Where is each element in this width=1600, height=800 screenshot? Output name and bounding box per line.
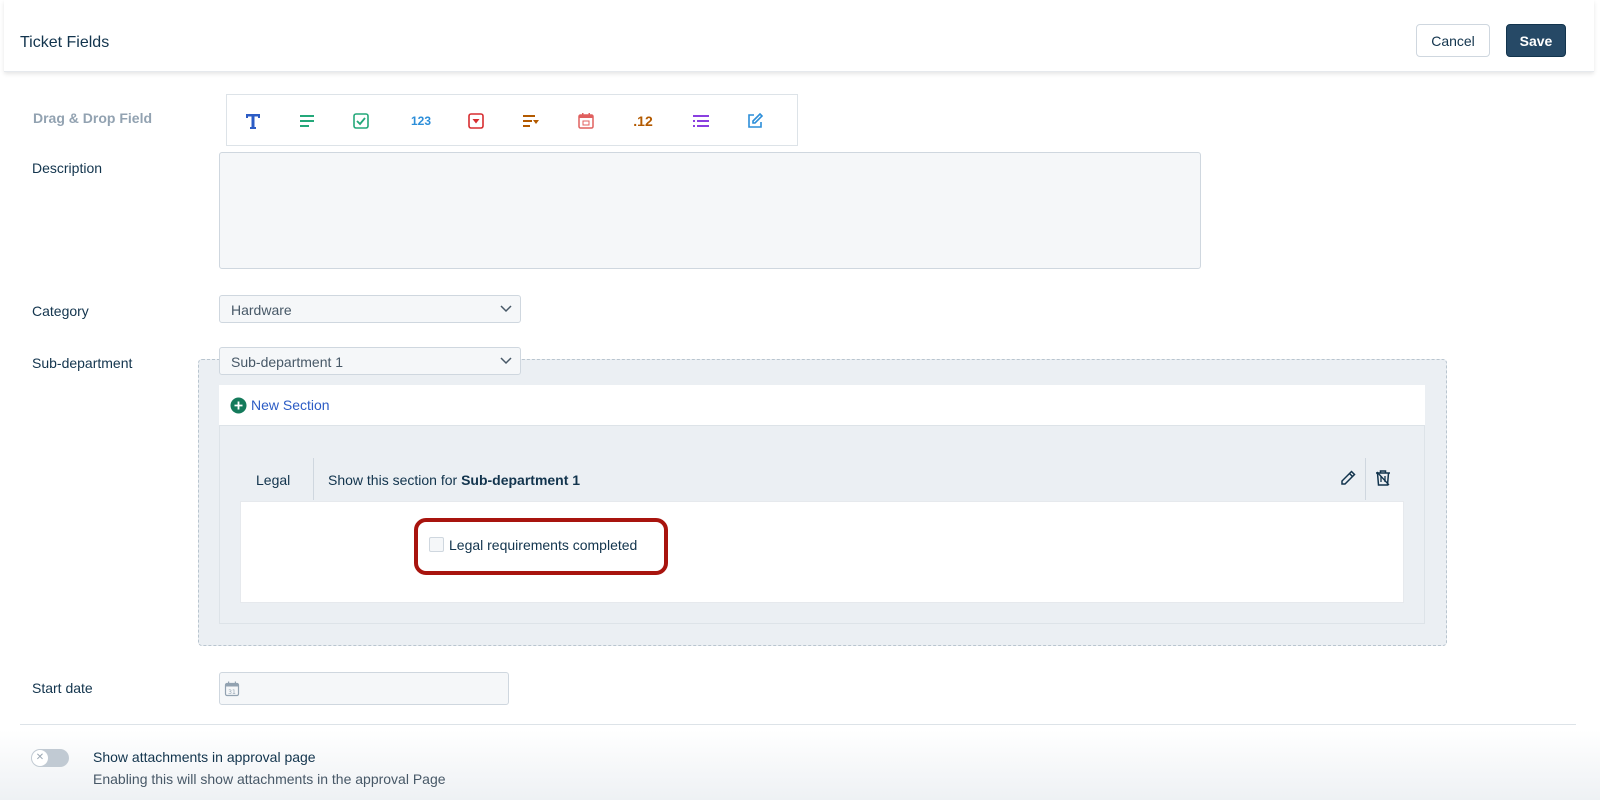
page-title: Ticket Fields: [20, 34, 110, 51]
description-label: Description: [32, 160, 103, 176]
divider: [20, 724, 1576, 725]
save-button[interactable]: Save: [1506, 24, 1566, 57]
close-icon: ✕: [32, 750, 48, 766]
new-section-link[interactable]: New Section: [251, 397, 330, 413]
number-field-icon[interactable]: 123: [405, 109, 437, 133]
section-divider: [1365, 458, 1366, 500]
category-label: Category: [32, 303, 89, 319]
legal-checkbox-label: Legal requirements completed: [449, 537, 638, 553]
footer-area: [0, 730, 1600, 800]
attachments-toggle[interactable]: ✕: [31, 749, 69, 767]
attachments-title: Show attachments in approval page: [93, 749, 316, 765]
chevron-down-icon: [500, 357, 512, 365]
subdept-value: Sub-department 1: [231, 354, 344, 370]
trash-icon[interactable]: [1374, 469, 1392, 487]
dropdown-field-icon[interactable]: [464, 109, 488, 133]
text-field-icon[interactable]: [241, 109, 265, 133]
chevron-down-icon: [500, 305, 512, 313]
legal-checkbox[interactable]: [429, 537, 444, 552]
cancel-button[interactable]: Cancel: [1416, 24, 1490, 57]
section-condition-value: Sub-department 1: [461, 472, 581, 488]
subdept-select[interactable]: Sub-department 1: [219, 347, 521, 375]
section-condition: Show this section for Sub-department 1: [328, 472, 580, 488]
decimal-field-icon[interactable]: .12: [627, 109, 659, 133]
section-divider: [313, 458, 314, 500]
multiselect-field-icon[interactable]: [689, 109, 713, 133]
description-field[interactable]: [219, 152, 1201, 269]
dependent-field-icon[interactable]: [519, 109, 543, 133]
drag-drop-label: Drag & Drop Field: [33, 110, 153, 126]
edit-field-icon[interactable]: [743, 109, 767, 133]
field-toolbar: 123 .12: [226, 94, 798, 146]
paragraph-field-icon[interactable]: [295, 109, 319, 133]
page-header: Ticket Fields Cancel Save: [4, 0, 1594, 72]
new-section-bar: New Section: [219, 385, 1425, 426]
section-name: Legal: [256, 472, 291, 488]
pencil-icon[interactable]: [1339, 469, 1357, 487]
date-field-icon[interactable]: [574, 109, 598, 133]
svg-text:31: 31: [228, 689, 236, 696]
attachments-subtitle: Enabling this will show attachments in t…: [93, 771, 446, 787]
section-condition-prefix: Show this section for: [328, 472, 458, 488]
category-select[interactable]: Hardware: [219, 295, 521, 323]
subdept-label: Sub-department: [32, 355, 133, 371]
checkbox-field-icon[interactable]: [349, 109, 373, 133]
plus-circle-icon[interactable]: [230, 397, 247, 414]
calendar-icon: 31: [224, 681, 240, 697]
start-date-label: Start date: [32, 680, 93, 696]
start-date-input[interactable]: 31: [219, 672, 509, 705]
category-value: Hardware: [231, 302, 292, 318]
